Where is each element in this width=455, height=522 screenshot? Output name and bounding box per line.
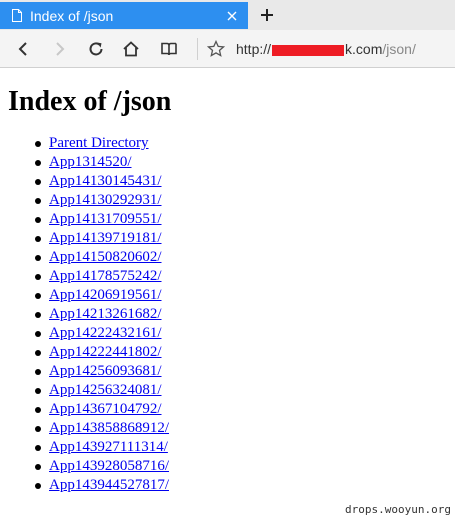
page-icon — [12, 9, 22, 22]
directory-link[interactable]: App143928058716/ — [49, 458, 169, 474]
reading-view-button[interactable] — [158, 38, 180, 60]
list-item: App14131709551/ — [35, 210, 448, 229]
directory-link[interactable]: App14130292931/ — [49, 192, 162, 208]
reload-icon — [89, 42, 103, 56]
list-item: App14256093681/ — [35, 362, 448, 381]
directory-link[interactable]: App14222432161/ — [49, 325, 162, 341]
list-item: App14150820602/ — [35, 248, 448, 267]
list-item: App14367104792/ — [35, 400, 448, 419]
directory-link[interactable]: App143858868912/ — [49, 420, 169, 436]
list-item: App1314520/ — [35, 153, 448, 172]
list-item: App143928058716/ — [35, 457, 448, 476]
favorite-button[interactable] — [205, 38, 227, 60]
list-item: App14206919561/ — [35, 286, 448, 305]
directory-link[interactable]: App14130145431/ — [49, 173, 162, 189]
active-tab[interactable]: Index of /json — [0, 2, 248, 29]
back-button[interactable] — [12, 38, 34, 60]
url-path: /json/ — [382, 41, 416, 57]
directory-list: Parent Directory App1314520/App1413014543… — [8, 134, 448, 495]
url-scheme: http:// — [236, 41, 272, 57]
directory-link[interactable]: App14213261682/ — [49, 306, 162, 322]
list-item: App14139719181/ — [35, 229, 448, 248]
url-domain-suffix: k.com — [345, 41, 383, 57]
directory-link[interactable]: App14139719181/ — [49, 230, 162, 246]
forward-arrow-icon — [56, 42, 65, 56]
directory-link[interactable]: App143944527817/ — [49, 477, 169, 493]
list-item: App14130292931/ — [35, 191, 448, 210]
toolbar-separator — [197, 38, 198, 60]
forward-button[interactable] — [49, 38, 71, 60]
list-item: App14178575242/ — [35, 267, 448, 286]
tab-strip: Index of /json — [0, 0, 455, 30]
star-icon — [207, 40, 225, 57]
list-item: App143927111314/ — [35, 438, 448, 457]
list-item: Parent Directory — [35, 134, 448, 153]
close-icon[interactable] — [224, 8, 240, 24]
directory-link[interactable]: App14256324081/ — [49, 382, 162, 398]
directory-link[interactable]: App14367104792/ — [49, 401, 162, 417]
reload-button[interactable] — [85, 38, 107, 60]
directory-link[interactable]: App14150820602/ — [49, 249, 162, 265]
plus-icon — [261, 9, 273, 21]
page-title: Index of /json — [8, 86, 172, 117]
list-item: App143944527817/ — [35, 476, 448, 495]
redacted-domain — [272, 44, 345, 56]
list-item: App14256324081/ — [35, 381, 448, 400]
tab-title: Index of /json — [30, 7, 114, 24]
back-arrow-icon — [18, 42, 27, 56]
home-icon — [123, 41, 139, 57]
directory-link[interactable]: App143927111314/ — [49, 439, 168, 455]
watermark: drops.wooyun.org — [345, 503, 451, 516]
list-item: App14130145431/ — [35, 172, 448, 191]
new-tab-button[interactable] — [256, 4, 278, 26]
directory-link[interactable]: App14256093681/ — [49, 363, 162, 379]
directory-link[interactable]: App1314520/ — [49, 154, 132, 170]
list-item: App14213261682/ — [35, 305, 448, 324]
directory-link[interactable]: App14131709551/ — [49, 211, 162, 227]
directory-link[interactable]: App14178575242/ — [49, 268, 162, 284]
navigation-toolbar: http:// k.com/json/ — [0, 30, 455, 68]
directory-link[interactable]: App14206919561/ — [49, 287, 162, 303]
list-item: App143858868912/ — [35, 419, 448, 438]
home-button[interactable] — [120, 38, 142, 60]
book-icon — [161, 42, 177, 56]
page-content: Index of /json Parent Directory App131452… — [8, 68, 448, 495]
directory-link[interactable]: App14222441802/ — [49, 344, 162, 360]
list-item: App14222441802/ — [35, 343, 448, 362]
list-item: App14222432161/ — [35, 324, 448, 343]
parent-directory-link[interactable]: Parent Directory — [49, 135, 149, 151]
address-bar[interactable]: http:// k.com/json/ — [236, 40, 416, 58]
